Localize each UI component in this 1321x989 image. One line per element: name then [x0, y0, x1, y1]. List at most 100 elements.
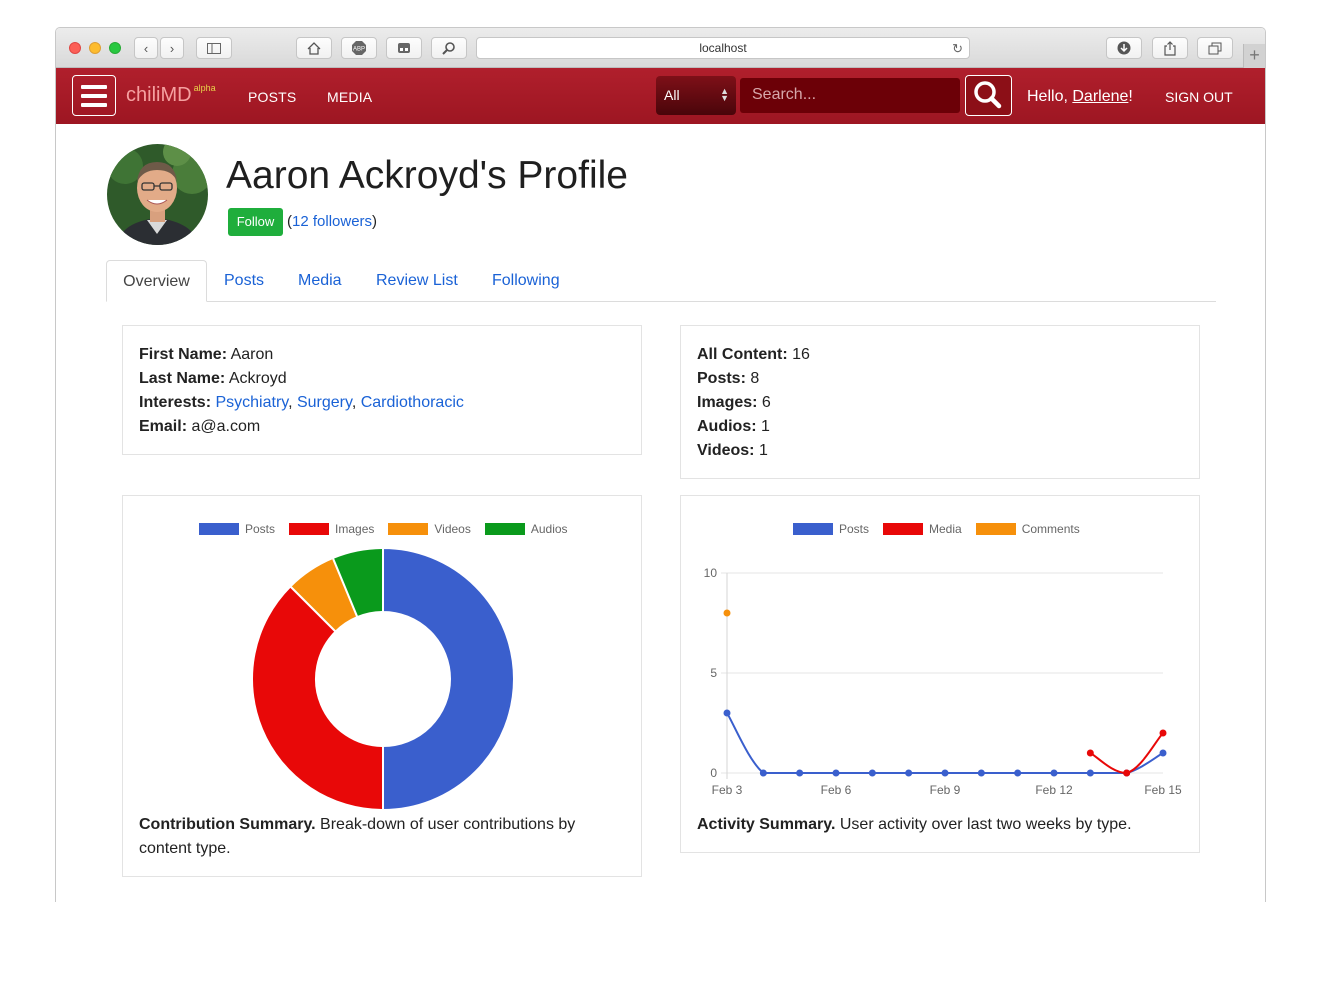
menu-toggle-button[interactable]: [72, 75, 116, 116]
stat-label: All Content:: [697, 346, 788, 363]
search-button[interactable]: [965, 75, 1012, 116]
activity-caption: Activity Summary. User activity over las…: [697, 813, 1187, 837]
user-greeting: Hello, Darlene!: [1027, 88, 1133, 106]
search-filter-select[interactable]: All ▲ ▼: [656, 76, 736, 115]
donut-slice-images[interactable]: [251, 584, 384, 812]
reload-icon[interactable]: ↻: [952, 39, 963, 59]
data-point-media[interactable]: [1159, 729, 1167, 737]
contribution-summary-card: Posts Images Videos Audios Contribution …: [122, 495, 642, 877]
data-point-posts[interactable]: [1050, 769, 1058, 777]
tab-media[interactable]: Media: [298, 260, 342, 302]
data-point-posts[interactable]: [723, 709, 731, 717]
download-icon: [1117, 41, 1131, 55]
user-profile-link[interactable]: Darlene: [1072, 88, 1128, 105]
find-button[interactable]: [431, 37, 467, 59]
follow-button[interactable]: Follow: [228, 208, 283, 236]
site-navbar: chiliMD alpha POSTS MEDIA All ▲ ▼ Search..…: [56, 68, 1265, 124]
legend-item[interactable]: Comments: [975, 522, 1080, 536]
legend-item[interactable]: Posts: [199, 522, 275, 536]
tab-following[interactable]: Following: [492, 260, 560, 302]
address-bar[interactable]: localhost ↻: [476, 37, 970, 59]
nav-link-media[interactable]: MEDIA: [327, 89, 372, 105]
share-button[interactable]: [1152, 37, 1188, 59]
brand-tag: alpha: [193, 83, 216, 94]
legend-label: Images: [335, 522, 375, 536]
search-input[interactable]: Search...: [740, 78, 960, 113]
line-legend: Posts Media Comments: [793, 522, 1086, 536]
data-point-comments[interactable]: [723, 609, 731, 617]
close-window-button[interactable]: [69, 42, 81, 54]
data-point-posts[interactable]: [1159, 749, 1167, 757]
data-point-posts[interactable]: [832, 769, 840, 777]
series-line-posts: [726, 712, 1164, 774]
stat-images: Images: 6: [697, 391, 1183, 415]
hamburger-icon-bar: [81, 93, 107, 98]
sign-out-link[interactable]: SIGN OUT: [1165, 89, 1233, 105]
x-tick-label: Feb 6: [821, 783, 852, 797]
home-button[interactable]: [296, 37, 332, 59]
legend-label: Comments: [1021, 522, 1080, 536]
stat-value: 6: [761, 394, 771, 411]
legend-swatch: [388, 523, 429, 535]
data-point-posts[interactable]: [1014, 769, 1022, 777]
data-point-posts[interactable]: [905, 769, 913, 777]
x-tick-label: Feb 12: [1035, 783, 1073, 797]
downloads-button[interactable]: [1106, 37, 1142, 59]
donut-slice-posts[interactable]: [382, 546, 515, 812]
x-tick-label: Feb 9: [930, 783, 961, 797]
stat-value: 8: [750, 370, 760, 387]
svg-text:ABP: ABP: [353, 47, 365, 53]
legend-item[interactable]: Audios: [484, 522, 568, 536]
tabs-overview-button[interactable]: [1197, 37, 1233, 59]
legend-label: Audios: [530, 522, 568, 536]
data-point-media[interactable]: [1123, 769, 1131, 777]
contribution-donut-chart: [251, 546, 515, 812]
activity-line-chart: 0 5 10 Feb 3 Feb 6 Feb 9 Feb 12 Feb 15: [704, 566, 1182, 797]
nav-link-posts[interactable]: POSTS: [248, 89, 296, 105]
legend-item[interactable]: Media: [883, 522, 962, 536]
minimize-window-button[interactable]: [89, 42, 101, 54]
email-row: Email: a@a.com: [139, 415, 625, 439]
followers-link[interactable]: 12 followers: [292, 213, 372, 230]
interest-link-surgery[interactable]: Surgery: [297, 394, 352, 411]
adblock-button[interactable]: ABP: [341, 37, 377, 59]
tab-posts[interactable]: Posts: [224, 260, 264, 302]
forward-button[interactable]: ›: [160, 37, 184, 59]
extension-icon: [398, 43, 410, 53]
data-point-posts[interactable]: [868, 769, 876, 777]
interest-link-psychiatry[interactable]: Psychiatry: [215, 394, 288, 411]
legend-item[interactable]: Posts: [793, 522, 869, 536]
content-stats-card: All Content: 16 Posts: 8 Images: 6 Audio…: [680, 325, 1200, 479]
data-point-posts[interactable]: [1086, 769, 1094, 777]
zoom-window-button[interactable]: [109, 42, 121, 54]
browser-titlebar: ‹ › ABP localhost ↻ +: [56, 28, 1265, 68]
data-point-media[interactable]: [1086, 749, 1094, 757]
sidebar-toggle-button[interactable]: [196, 37, 232, 59]
data-point-posts[interactable]: [941, 769, 949, 777]
stat-posts: Posts: 8: [697, 367, 1183, 391]
data-point-posts[interactable]: [977, 769, 985, 777]
tab-review-list[interactable]: Review List: [376, 260, 458, 302]
legend-swatch: [975, 523, 1016, 535]
legend-item[interactable]: Images: [289, 522, 374, 536]
interest-link-cardiothoracic[interactable]: Cardiothoracic: [361, 394, 464, 411]
legend-item[interactable]: Videos: [388, 522, 471, 536]
new-tab-button[interactable]: +: [1243, 44, 1265, 68]
user-details-card: First Name: Aaron Last Name: Ackroyd Int…: [122, 325, 642, 455]
x-tick-label: Feb 3: [712, 783, 743, 797]
stat-all-content: All Content: 16: [697, 343, 1183, 367]
tab-overview[interactable]: Overview: [106, 260, 207, 302]
updown-arrows-icon: ▲ ▼: [720, 86, 729, 103]
hamburger-icon: [81, 84, 107, 89]
data-point-posts[interactable]: [796, 769, 804, 777]
plus-icon: +: [1249, 45, 1260, 65]
data-point-posts[interactable]: [759, 769, 767, 777]
brand-logo[interactable]: chiliMD alpha: [126, 83, 216, 107]
chevron-right-icon: ›: [169, 40, 175, 56]
back-button[interactable]: ‹: [134, 37, 158, 59]
search-placeholder: Search...: [752, 86, 817, 103]
legend-swatch: [199, 523, 239, 535]
extension-button[interactable]: [386, 37, 422, 59]
stat-label: Images:: [697, 394, 758, 411]
y-tick-label: 0: [710, 766, 717, 780]
